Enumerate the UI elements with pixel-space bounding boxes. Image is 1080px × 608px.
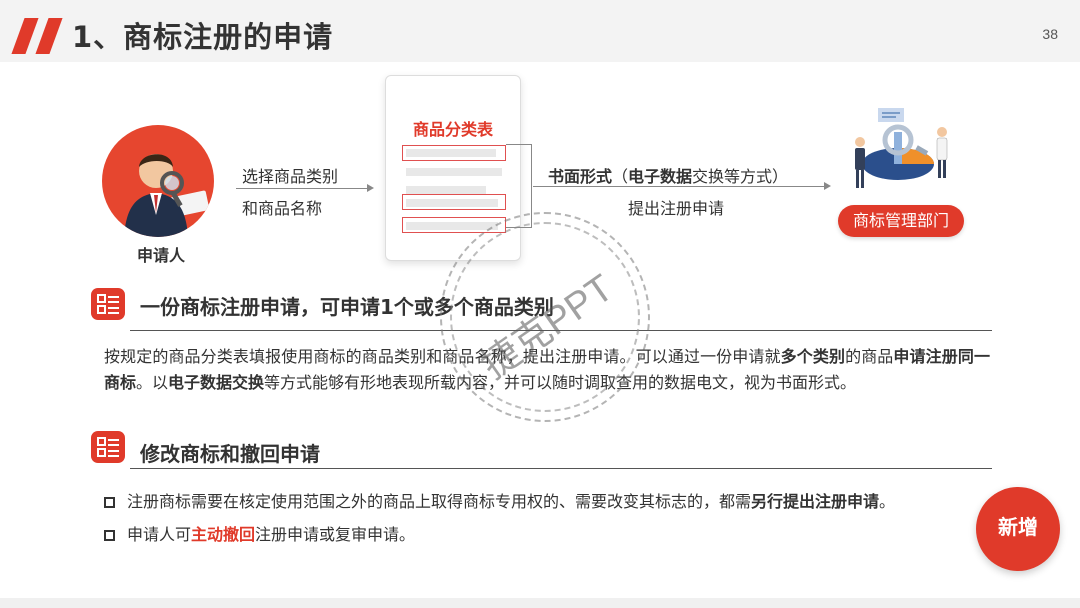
bullet-item-2: 申请人可主动撤回注册申请或复审申请。 bbox=[104, 521, 415, 545]
bullet-text: 。 bbox=[879, 492, 896, 511]
arrow-to-classification bbox=[236, 184, 374, 192]
step2-text-line1: 书面形式（电子数据交换等方式） bbox=[548, 163, 788, 187]
doc-line bbox=[406, 168, 502, 176]
step2-bold-electronic: 电子数据 bbox=[628, 167, 693, 186]
list-icon bbox=[91, 288, 125, 320]
doc-highlight-box bbox=[402, 145, 506, 161]
section1-heading: 一份商标注册申请，可申请1个或多个商品类别 bbox=[140, 295, 554, 319]
step2-paren: （ bbox=[612, 167, 629, 186]
doc-highlight-box bbox=[402, 217, 506, 233]
para-bold: 电子数据交换 bbox=[168, 373, 265, 392]
accent-slash-1 bbox=[11, 18, 39, 54]
trademark-office-pill: 商标管理部门 bbox=[838, 205, 964, 237]
step2-bold-written: 书面形式 bbox=[548, 167, 613, 186]
section2-heading: 修改商标和撤回申请 bbox=[140, 442, 320, 466]
arrow-to-agency bbox=[533, 182, 831, 190]
doc-title: 商品分类表 bbox=[412, 120, 493, 139]
para-text: 等方式能够有形地表现所载内容，并可以随时调取查用的数据电文，视为书面形式。 bbox=[264, 373, 857, 392]
section1-paragraph: 按规定的商品分类表填报使用商标的商品类别和商品名称，提出注册申请。可以通过一份申… bbox=[104, 344, 990, 396]
para-text: 。以 bbox=[136, 373, 169, 392]
slide-header: 1、商标注册的申请 38 bbox=[0, 0, 1080, 62]
slide-title: 1、商标注册的申请 bbox=[72, 20, 334, 54]
section1-divider bbox=[130, 330, 992, 331]
page-number: 38 bbox=[1042, 26, 1058, 42]
classification-doc-card: 商品分类表 bbox=[385, 75, 521, 261]
bullet-text: 注册商标需要在核定使用范围之外的商品上取得商标专用权的、需要改变其标志的，都需 bbox=[127, 492, 752, 511]
doc-highlight-box bbox=[402, 194, 506, 210]
step2-text-line2: 提出注册申请 bbox=[628, 199, 725, 218]
para-text: 按规定的商品分类表填报使用商标的商品类别和商品名称，提出注册申请。可以通过一份申… bbox=[104, 347, 781, 366]
accent-slash-2 bbox=[35, 18, 63, 54]
step1-text-line2: 和商品名称 bbox=[242, 199, 323, 218]
new-badge: 新增 bbox=[976, 487, 1060, 571]
para-text: 的商品 bbox=[845, 347, 894, 366]
step2-rest: 交换等方式） bbox=[692, 167, 789, 186]
bullet-bold: 另行提出注册申请 bbox=[751, 492, 880, 511]
trademark-office-illustration-icon bbox=[855, 108, 948, 188]
applicant-label: 申请人 bbox=[137, 246, 186, 265]
selection-bracket bbox=[506, 144, 532, 228]
section2-divider bbox=[130, 468, 992, 469]
para-bold: 多个类别 bbox=[780, 347, 846, 366]
bullet-red-emphasis: 主动撤回 bbox=[191, 525, 256, 544]
bullet-text: 注册申请或复审申请。 bbox=[255, 525, 416, 544]
square-bullet-icon bbox=[104, 530, 115, 541]
square-bullet-icon bbox=[104, 497, 115, 508]
bullet-item-1: 注册商标需要在核定使用范围之外的商品上取得商标专用权的、需要改变其标志的，都需另… bbox=[104, 488, 895, 512]
applicant-avatar bbox=[102, 125, 214, 237]
doc-line bbox=[406, 186, 486, 194]
applicant-illustration-icon bbox=[124, 154, 210, 237]
step1-text-line1: 选择商品类别 bbox=[242, 167, 339, 186]
slide-body: 申请人 选择商品类别 和商品名称 商品分类表 书面形式（电子数据交换等方式） 提… bbox=[0, 62, 1080, 598]
bullet-text: 申请人可 bbox=[127, 525, 192, 544]
bottom-strip bbox=[0, 598, 1080, 608]
list-icon bbox=[91, 431, 125, 463]
